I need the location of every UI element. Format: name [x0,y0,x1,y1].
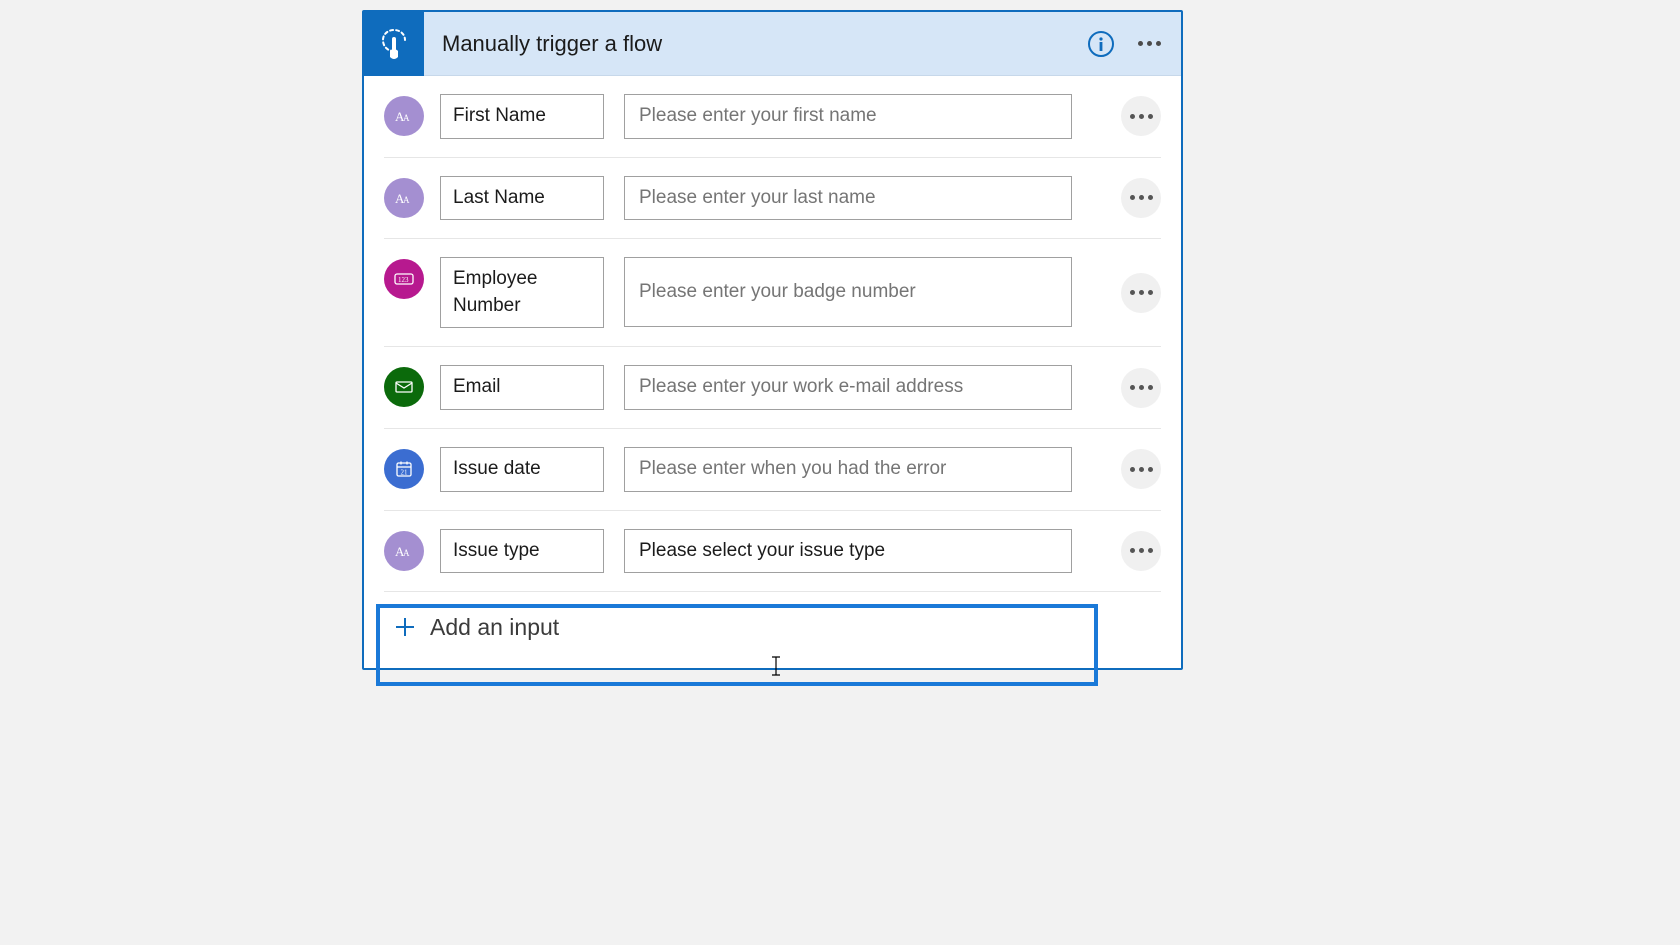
input-description-field[interactable] [624,94,1072,139]
svg-text:21: 21 [401,468,409,476]
input-row: 21 [384,429,1161,511]
text-type-icon: AA [384,178,424,218]
input-row-menu-button[interactable] [1121,449,1161,489]
card-title: Manually trigger a flow [424,31,1081,57]
input-row-menu-button[interactable] [1121,368,1161,408]
trigger-card: Manually trigger a flow AA [362,10,1183,670]
number-type-icon: 123 [384,259,424,299]
trigger-icon [364,12,424,76]
input-row-menu-button[interactable] [1121,531,1161,571]
input-row-menu-button[interactable] [1121,178,1161,218]
input-row: AA [384,76,1161,158]
input-row-menu-button[interactable] [1121,96,1161,136]
input-row: AA [384,158,1161,240]
card-header: Manually trigger a flow [364,12,1181,76]
svg-text:A: A [403,548,410,558]
input-name-field[interactable] [440,94,604,139]
info-button[interactable] [1081,24,1121,64]
input-name-field[interactable] [440,447,604,492]
input-name-field[interactable] [440,529,604,574]
plus-icon [390,612,420,642]
input-row [384,347,1161,429]
input-row-menu-button[interactable] [1121,273,1161,313]
inputs-list: AA AA 123 [364,76,1181,668]
input-row: 123 [384,239,1161,347]
svg-text:A: A [403,195,410,205]
input-description-field[interactable] [624,529,1072,574]
input-name-field[interactable] [440,176,604,221]
input-description-field[interactable] [624,365,1072,410]
input-row: AA [384,511,1161,593]
text-type-icon: AA [384,531,424,571]
input-description-field[interactable] [624,176,1072,221]
add-input-button[interactable]: Add an input [384,592,1161,668]
text-type-icon: AA [384,96,424,136]
svg-text:A: A [403,113,410,123]
svg-text:123: 123 [398,276,409,284]
input-name-field[interactable] [440,365,604,410]
card-menu-button[interactable] [1129,24,1169,64]
email-type-icon [384,367,424,407]
input-description-field[interactable] [624,447,1072,492]
input-name-field[interactable] [440,257,604,328]
add-input-label: Add an input [430,614,559,641]
input-description-field[interactable] [624,257,1072,327]
date-type-icon: 21 [384,449,424,489]
